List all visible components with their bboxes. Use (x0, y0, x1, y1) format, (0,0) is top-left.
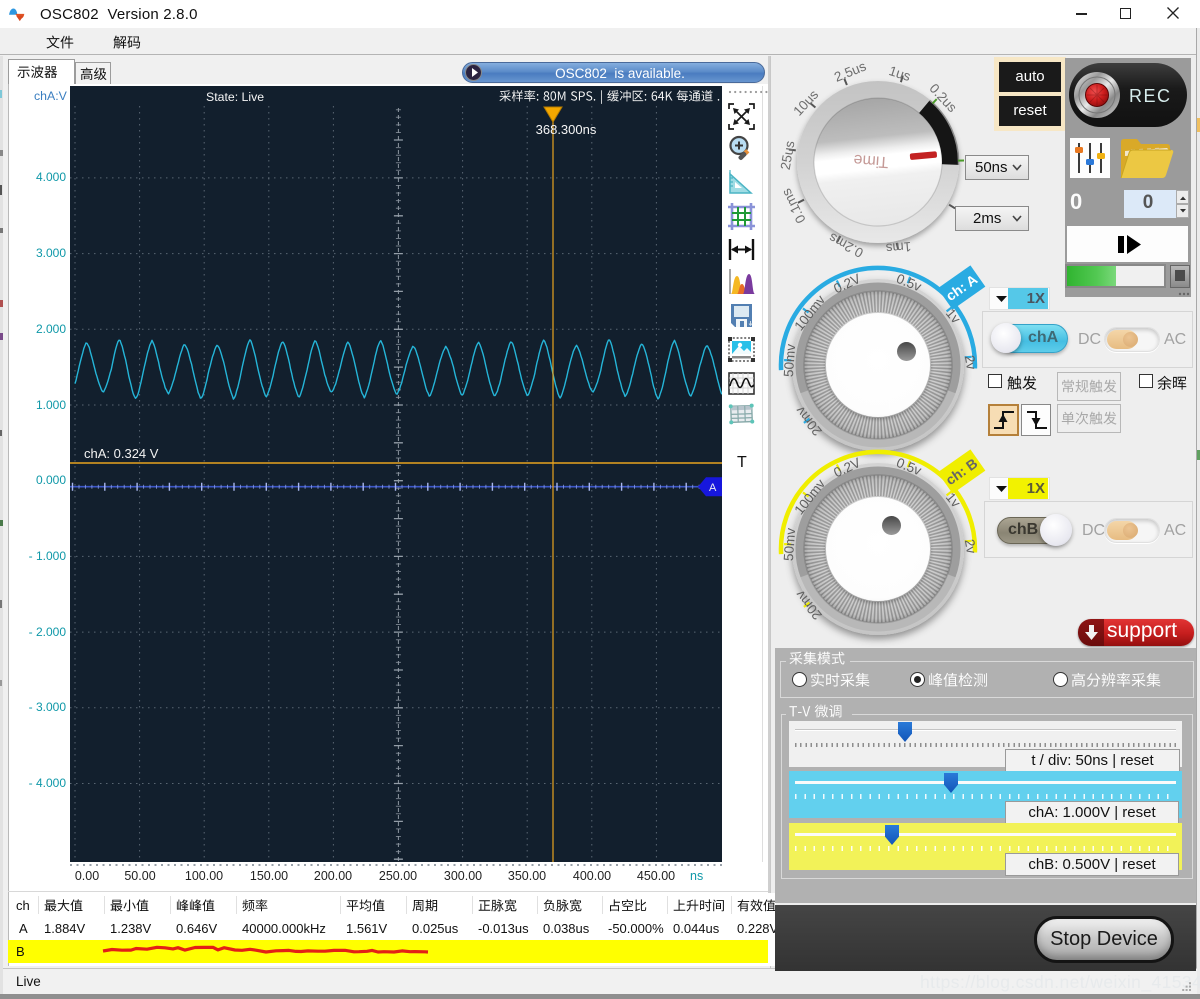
svg-text:2.5us: 2.5us (832, 58, 868, 84)
svg-text:1us: 1us (887, 63, 913, 84)
svg-text:2v: 2v (961, 354, 978, 371)
svg-text:State: Live: State: Live (206, 90, 264, 104)
svg-text:50mv: 50mv (780, 527, 797, 561)
svg-text:368.300ns: 368.300ns (536, 122, 597, 137)
svg-text:Time: Time (852, 150, 888, 169)
svg-text:2v: 2v (961, 538, 978, 555)
svg-text:25us: 25us (777, 139, 797, 171)
svg-text:chA: 0.324 V: chA: 0.324 V (84, 446, 159, 461)
svg-text:A: A (709, 482, 717, 494)
svg-text:50mv: 50mv (780, 343, 797, 377)
